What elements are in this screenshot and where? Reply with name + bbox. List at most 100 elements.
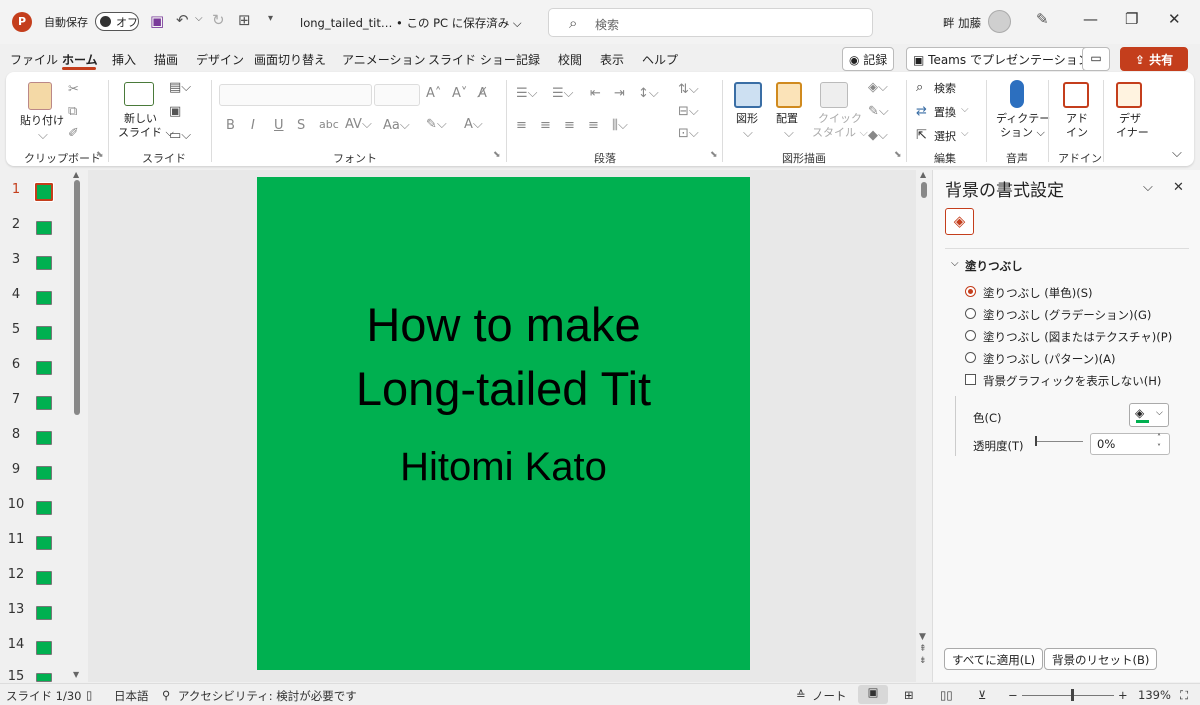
reading-view-icon[interactable]: ▯▯ <box>940 688 953 702</box>
replace-label[interactable]: 置換 <box>934 106 956 120</box>
zoom-level[interactable]: 139% <box>1138 688 1171 702</box>
slide-thumbnail[interactable] <box>36 466 52 480</box>
fill-section-label[interactable]: 塗りつぶし <box>965 258 1023 274</box>
scroll-thumb[interactable] <box>921 182 927 198</box>
paste-icon[interactable] <box>28 82 52 110</box>
undo-icon[interactable]: ↶ <box>176 11 189 29</box>
document-title[interactable]: long_tailed_tit… • この PC に保存済み ⌵ <box>300 15 522 31</box>
spell-check-icon[interactable]: ▯ <box>86 688 92 702</box>
spin-up-icon[interactable]: ˄ <box>1157 433 1161 442</box>
shadow-icon[interactable]: S <box>297 118 305 133</box>
new-slide-label-1[interactable]: 新しい <box>124 112 157 126</box>
solid-fill-radio[interactable] <box>965 286 976 297</box>
strikethrough-icon[interactable]: abc <box>319 118 339 131</box>
language-label[interactable]: 日本語 <box>114 688 149 704</box>
designer-icon[interactable] <box>1116 82 1142 108</box>
hide-graphics-label[interactable]: 背景グラフィックを表示しない(H) <box>983 373 1161 389</box>
zoom-slider[interactable] <box>1022 695 1114 696</box>
addins-label-1[interactable]: アド <box>1066 112 1088 126</box>
tab-record[interactable]: 記録 <box>516 51 540 68</box>
clipboard-launcher-icon[interactable]: ⬊ <box>96 150 104 160</box>
quick-styles-label-1[interactable]: クイック <box>818 112 862 126</box>
gradient-fill-radio[interactable] <box>965 308 976 319</box>
designer-label-1[interactable]: デザ <box>1119 112 1141 126</box>
tab-home[interactable]: ホーム <box>62 51 98 68</box>
shape-outline-icon[interactable]: ✎⌵ <box>868 104 889 119</box>
dictate-label-1[interactable]: ディクテー <box>996 112 1050 126</box>
increase-font-icon[interactable]: A˄ <box>426 86 441 101</box>
shape-effects-icon[interactable]: ◆⌵ <box>868 128 888 143</box>
tab-transitions[interactable]: 画面切り替え <box>254 51 326 68</box>
section-icon[interactable]: ▭⌵ <box>169 128 191 143</box>
spin-down-icon[interactable]: ˅ <box>1157 443 1161 452</box>
slide-subtitle[interactable]: Hitomi Kato <box>257 445 750 490</box>
paste-dropdown-icon[interactable]: ⌵ <box>38 128 48 143</box>
slide-thumbnail[interactable] <box>34 182 54 202</box>
shapes-label[interactable]: 図形 <box>736 112 758 126</box>
slide-thumbnail[interactable] <box>36 221 52 235</box>
tab-slideshow[interactable]: スライド ショー <box>428 51 516 68</box>
search-box[interactable]: ⌕ 検索 <box>548 8 873 37</box>
close-icon[interactable]: ✕ <box>1168 10 1181 28</box>
align-text-icon[interactable]: ⊟⌵ <box>678 104 699 119</box>
pen-icon[interactable]: ✎ <box>1036 10 1049 28</box>
clear-format-icon[interactable]: A̸ <box>478 86 487 101</box>
slide-thumbnail[interactable] <box>36 291 52 305</box>
picture-fill-label[interactable]: 塗りつぶし (図またはテクスチャ)(P) <box>983 329 1172 345</box>
customize-qat-icon[interactable]: ▾ <box>268 13 273 24</box>
tab-insert[interactable]: 挿入 <box>112 51 136 68</box>
arrange-label[interactable]: 配置 <box>776 112 798 126</box>
comments-button[interactable]: ▭ <box>1082 47 1110 71</box>
hide-graphics-checkbox[interactable] <box>965 374 976 385</box>
notes-button[interactable]: ノート <box>812 688 847 704</box>
copy-icon[interactable]: ⧉ <box>68 104 77 119</box>
solid-fill-label[interactable]: 塗りつぶし (単色)(S) <box>983 285 1093 301</box>
tab-design[interactable]: デザイン <box>196 51 244 68</box>
cut-icon[interactable]: ✂ <box>68 82 79 97</box>
picture-fill-radio[interactable] <box>965 330 976 341</box>
minimize-icon[interactable]: — <box>1083 10 1098 28</box>
drawing-launcher-icon[interactable]: ⬊ <box>894 150 902 160</box>
font-color-icon[interactable]: A⌵ <box>464 117 483 132</box>
color-picker-button[interactable]: ◈ ⌵ <box>1129 403 1169 427</box>
new-slide-label-2[interactable]: スライド ⌵ <box>118 126 174 140</box>
slide-thumbnail[interactable] <box>36 536 52 550</box>
undo-dropdown-icon[interactable]: ⌵ <box>195 13 203 24</box>
normal-view-icon[interactable]: ▣ <box>858 685 888 704</box>
record-button[interactable]: ◉ 記録 <box>842 47 895 71</box>
slide-thumbnail[interactable] <box>36 396 52 410</box>
select-label[interactable]: 選択 <box>934 130 956 144</box>
tab-help[interactable]: ヘルプ <box>642 51 678 68</box>
scroll-up-icon[interactable]: ▲ <box>73 170 79 179</box>
underline-icon[interactable]: U <box>274 118 284 133</box>
autosave-toggle[interactable]: オフ <box>95 12 139 31</box>
notes-icon[interactable]: ≙ <box>796 688 806 702</box>
highlight-icon[interactable]: ✎⌵ <box>426 117 447 132</box>
paragraph-launcher-icon[interactable]: ⬊ <box>710 150 718 160</box>
scroll-up-icon[interactable]: ▲ <box>920 170 926 179</box>
gradient-fill-label[interactable]: 塗りつぶし (グラデーション)(G) <box>983 307 1151 323</box>
slide-thumbnail[interactable] <box>36 431 52 445</box>
find-label[interactable]: 検索 <box>934 82 956 96</box>
align-right-icon[interactable]: ≡ <box>564 118 575 133</box>
change-case-icon[interactable]: Aa⌵ <box>383 118 410 133</box>
bullets-icon[interactable]: ☰⌵ <box>516 86 538 101</box>
avatar[interactable] <box>988 10 1011 33</box>
align-center-icon[interactable]: ≡ <box>540 118 551 133</box>
decrease-font-icon[interactable]: A˅ <box>452 86 467 101</box>
shape-fill-icon[interactable]: ◈⌵ <box>868 80 888 95</box>
slide-thumbnail[interactable] <box>36 256 52 270</box>
font-size-box[interactable] <box>374 84 420 106</box>
layout-icon[interactable]: ▤⌵ <box>169 80 191 95</box>
previous-slide-icon[interactable]: ⇞ <box>919 644 927 654</box>
slide-thumbnail[interactable] <box>36 571 52 585</box>
accessibility-icon[interactable]: ⚲ <box>162 688 170 702</box>
arrange-dropdown-icon[interactable]: ⌵ <box>784 126 794 141</box>
scroll-down-icon[interactable]: ▼ <box>73 670 79 679</box>
restore-icon[interactable]: ❐ <box>1125 10 1138 28</box>
quick-styles-label-2[interactable]: スタイル ⌵ <box>812 126 868 140</box>
designer-label-2[interactable]: イナー <box>1116 126 1149 140</box>
next-slide-icon[interactable]: ⇟ <box>919 656 927 666</box>
new-slide-icon[interactable] <box>124 82 154 106</box>
scroll-down-icon[interactable]: ▼ <box>919 632 926 642</box>
